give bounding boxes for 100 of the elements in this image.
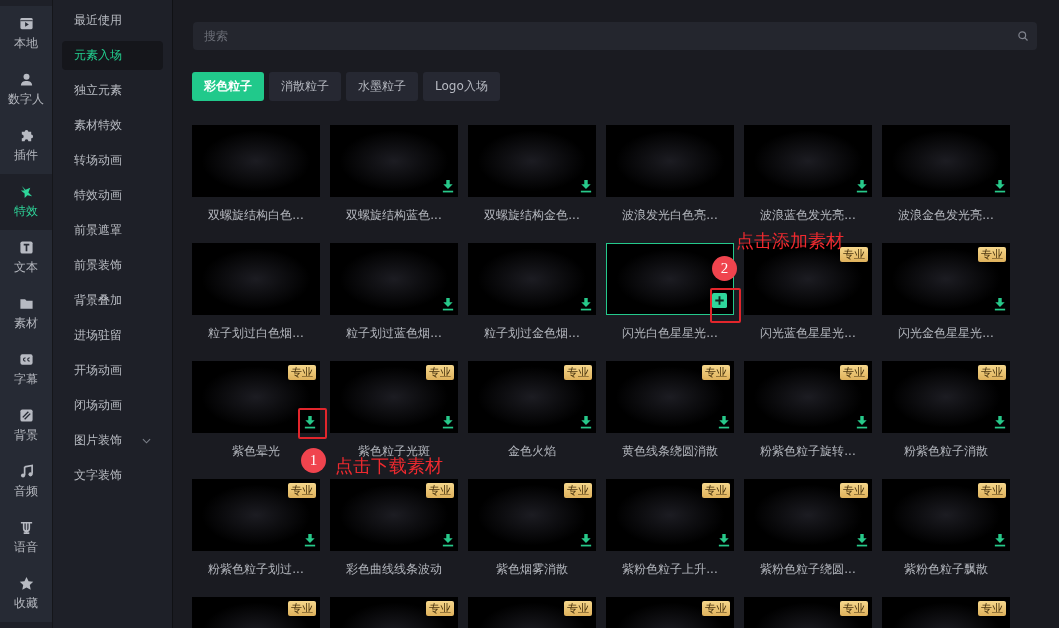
rail-item[interactable]: 字幕 — [0, 342, 52, 398]
rail-item[interactable]: 语音 — [0, 510, 52, 566]
category-item[interactable]: 闭场动画 — [62, 391, 163, 420]
captions-icon — [18, 352, 34, 367]
download-icon[interactable] — [994, 533, 1006, 547]
effect-preview[interactable]: 专业 — [744, 597, 872, 628]
category-item[interactable]: 元素入场 — [62, 41, 163, 70]
download-icon[interactable] — [718, 533, 730, 547]
download-icon[interactable] — [856, 533, 868, 547]
effect-preview[interactable]: 专业 — [882, 361, 1010, 433]
film-icon — [18, 16, 34, 31]
category-item[interactable]: 特效动画 — [62, 181, 163, 210]
download-icon[interactable] — [304, 415, 316, 429]
download-icon[interactable] — [994, 297, 1006, 311]
effect-title: 紫粉色粒子绕圆... — [759, 561, 857, 578]
category-item[interactable]: 最近使用 — [62, 6, 163, 35]
pro-badge: 专业 — [288, 365, 316, 380]
pro-badge: 专业 — [702, 365, 730, 380]
pro-badge: 专业 — [978, 247, 1006, 262]
search-icon[interactable] — [1017, 30, 1029, 42]
download-icon[interactable] — [580, 415, 592, 429]
effect-title: 双螺旋结构金色... — [483, 207, 581, 224]
pro-badge: 专业 — [702, 601, 730, 616]
download-icon[interactable] — [994, 179, 1006, 193]
effect-preview[interactable]: 专业 — [468, 597, 596, 628]
download-icon[interactable] — [856, 415, 868, 429]
category-item[interactable]: 素材特效 — [62, 111, 163, 140]
effect-title: 金色火焰 — [507, 443, 557, 460]
add-icon[interactable] — [712, 293, 727, 308]
download-icon[interactable] — [442, 179, 454, 193]
category-item[interactable]: 文字装饰 — [62, 461, 163, 490]
pro-badge: 专业 — [288, 601, 316, 616]
effect-preview[interactable] — [606, 243, 734, 315]
effect-preview[interactable]: 专业 — [744, 361, 872, 433]
rail-item[interactable]: 收藏 — [0, 566, 52, 622]
pro-badge: 专业 — [564, 483, 592, 498]
person-icon — [18, 72, 34, 87]
slash-square-icon — [18, 408, 34, 423]
effect-preview[interactable]: 专业 — [606, 479, 734, 551]
category-item[interactable]: 进场驻留 — [62, 321, 163, 350]
effect-preview[interactable]: 专业 — [882, 479, 1010, 551]
effect-preview[interactable]: 专业 — [192, 597, 320, 628]
category-item[interactable]: 转场动画 — [62, 146, 163, 175]
effect-preview[interactable]: 专业 — [192, 361, 320, 433]
rail-item[interactable]: 数字人 — [0, 62, 52, 118]
rail-item[interactable]: 背景 — [0, 398, 52, 454]
effect-title: 黄色线条绕圆消散 — [621, 443, 719, 460]
text-icon — [18, 240, 34, 255]
category-tab[interactable]: 消散粒子 — [269, 72, 341, 101]
effect-preview[interactable]: 专业 — [468, 361, 596, 433]
effect-preview[interactable]: 专业 — [606, 597, 734, 628]
effect-preview[interactable]: 专业 — [882, 597, 1010, 628]
pro-badge: 专业 — [702, 483, 730, 498]
effect-preview[interactable]: 专业 — [744, 479, 872, 551]
effect-title: 紫粉色粒子上升... — [621, 561, 719, 578]
category-item[interactable]: 独立元素 — [62, 76, 163, 105]
rail-item[interactable]: 素材 — [0, 286, 52, 342]
pro-badge: 专业 — [840, 247, 868, 262]
download-icon[interactable] — [442, 415, 454, 429]
effect-title: 粒子划过蓝色烟... — [345, 325, 443, 342]
rail-item[interactable]: 文本 — [0, 230, 52, 286]
effect-title: 闪光蓝色星星光... — [759, 325, 857, 342]
effect-preview[interactable]: 专业 — [882, 243, 1010, 315]
effect-preview[interactable]: 专业 — [330, 479, 458, 551]
effect-title: 波浪发光白色亮... — [621, 207, 719, 224]
effect-preview[interactable]: 专业 — [330, 361, 458, 433]
rail-item[interactable]: 插件 — [0, 118, 52, 174]
download-icon[interactable] — [442, 533, 454, 547]
category-item[interactable]: 图片装饰 — [62, 426, 163, 455]
music-note-icon — [18, 464, 34, 479]
effect-preview[interactable]: 专业 — [330, 597, 458, 628]
effect-title: 双螺旋结构蓝色... — [345, 207, 443, 224]
category-item[interactable]: 前景遮罩 — [62, 216, 163, 245]
effect-preview[interactable]: 专业 — [468, 479, 596, 551]
effect-preview[interactable]: 专业 — [606, 361, 734, 433]
download-icon[interactable] — [580, 533, 592, 547]
category-item[interactable]: 开场动画 — [62, 356, 163, 385]
download-icon[interactable] — [442, 297, 454, 311]
download-icon[interactable] — [718, 415, 730, 429]
pro-badge: 专业 — [840, 601, 868, 616]
download-icon[interactable] — [580, 179, 592, 193]
category-tab[interactable]: Logo入场 — [423, 72, 500, 101]
download-icon[interactable] — [580, 297, 592, 311]
category-item[interactable]: 背景叠加 — [62, 286, 163, 315]
star-icon — [18, 576, 34, 591]
category-item[interactable]: 前景装饰 — [62, 251, 163, 280]
category-tab[interactable]: 水墨粒子 — [346, 72, 418, 101]
effect-title: 粉紫色粒子划过... — [207, 561, 305, 578]
download-icon[interactable] — [994, 415, 1006, 429]
highlight-box — [710, 288, 741, 323]
pro-badge: 专业 — [288, 483, 316, 498]
download-icon[interactable] — [304, 533, 316, 547]
rail-item[interactable]: 本地 — [0, 6, 52, 62]
search-field[interactable]: 搜索 — [193, 22, 1037, 50]
download-icon[interactable] — [856, 179, 868, 193]
effect-title: 闪光金色星星光... — [897, 325, 995, 342]
effect-preview[interactable]: 专业 — [192, 479, 320, 551]
rail-item[interactable]: 音频 — [0, 454, 52, 510]
effect-title: 紫粉色粒子飘散 — [903, 561, 989, 578]
effect-title: 闪光白色星星光... — [621, 325, 719, 342]
